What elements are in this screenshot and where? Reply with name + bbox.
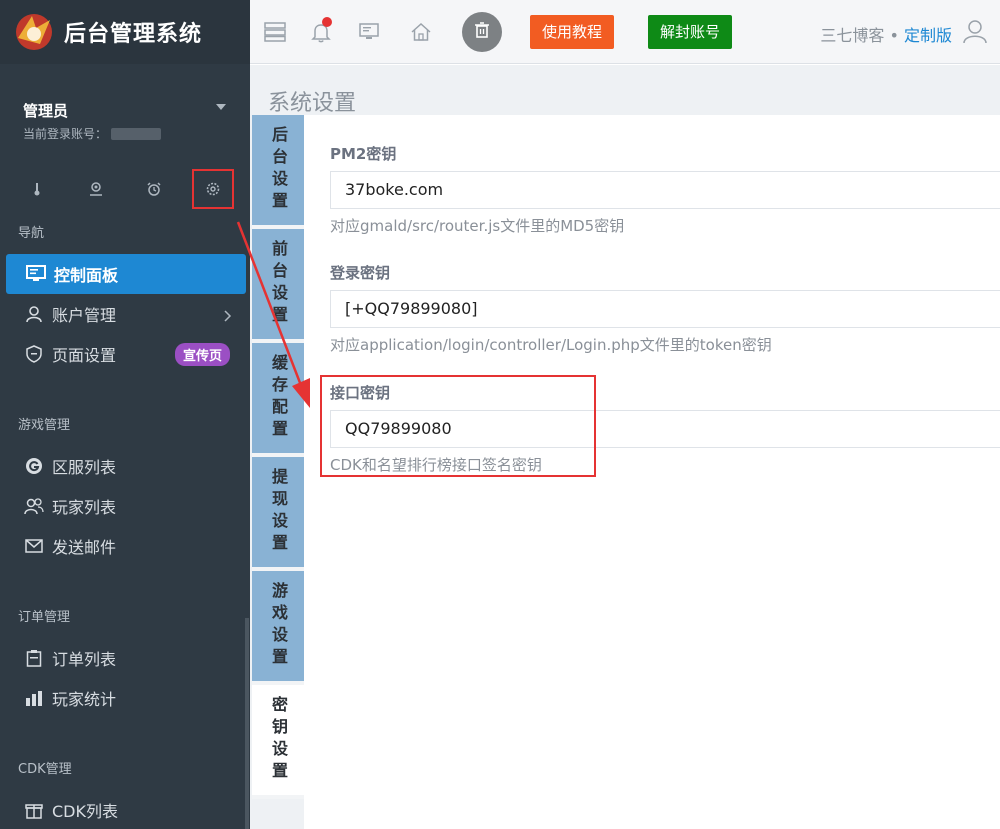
- site-name-separator: •: [884, 26, 904, 45]
- caret-down-icon[interactable]: [216, 104, 226, 110]
- cdk-section-label: CDK管理: [18, 762, 72, 777]
- pm2-key-label: PM2密钥: [330, 145, 397, 163]
- sidebar-item-label: 账户管理: [52, 306, 117, 325]
- sidebar-item-label: 控制面板: [54, 266, 119, 285]
- tab-label: 密钥设置: [269, 696, 288, 784]
- settings-gear-icon[interactable]: [191, 169, 234, 209]
- tab-withdraw-settings[interactable]: 提现设置: [252, 457, 304, 571]
- site-name-text: 三七博客: [820, 26, 885, 45]
- pm2-key-input[interactable]: 37boke.com: [330, 171, 1000, 209]
- sidebar-item-accounts[interactable]: 账户管理: [4, 294, 246, 334]
- sidebar-item-label: CDK列表: [52, 802, 118, 821]
- sidebar-item-label: 玩家列表: [52, 498, 117, 517]
- clear-cache-button[interactable]: [462, 12, 502, 52]
- main-content: 系统设置 后台设置 前台设置 缓存配置 提现设置 游戏设置 密钥设置 PM2密钥…: [250, 65, 1000, 829]
- clipboard-icon: [24, 648, 44, 668]
- login-key-help: 对应application/login/controller/Login.php…: [330, 336, 772, 354]
- sidebar: 后台管理系统 管理员 当前登录账号： 导航 控制面板 账户管理 页面设置 宣传页…: [0, 0, 250, 829]
- user-avatar-icon[interactable]: [962, 18, 988, 48]
- quick-icons: [0, 164, 250, 214]
- chevron-right-icon: [224, 307, 232, 326]
- sidebar-item-servers[interactable]: 区服列表: [4, 446, 246, 486]
- settings-panel: PM2密钥 37boke.com 对应gmald/src/router.js文件…: [304, 115, 1000, 829]
- notification-dot: [322, 17, 332, 27]
- brand-header: 后台管理系统: [0, 0, 250, 64]
- account-label: 当前登录账号：: [23, 127, 108, 141]
- users-icon: [24, 496, 44, 516]
- sidebar-item-dashboard[interactable]: 控制面板: [6, 254, 246, 294]
- user-pin-icon[interactable]: [75, 169, 117, 209]
- sidebar-scrollbar[interactable]: [245, 618, 249, 829]
- logo: [10, 8, 58, 56]
- alarm-clock-icon[interactable]: [133, 169, 175, 209]
- sidebar-item-label: 玩家统计: [52, 690, 117, 709]
- sidebar-item-label: 发送邮件: [52, 538, 117, 557]
- user-account: 当前登录账号：: [23, 125, 250, 142]
- nav-section-label: 导航: [18, 226, 45, 241]
- login-key-label: 登录密钥: [330, 264, 391, 282]
- promo-badge: 宣传页: [174, 343, 230, 366]
- tab-game-settings[interactable]: 游戏设置: [252, 571, 304, 685]
- tutorial-button[interactable]: 使用教程: [530, 15, 615, 49]
- login-key-group: 登录密钥 [+QQ79899080] 对应application/login/c…: [330, 262, 1000, 355]
- sidebar-item-label: 页面设置: [52, 346, 117, 365]
- list-toggle-icon[interactable]: [258, 15, 292, 49]
- sidebar-item-send-mail[interactable]: 发送邮件: [4, 526, 246, 566]
- shield-icon: [24, 344, 44, 364]
- tab-label: 缓存配置: [269, 354, 288, 442]
- monitor-icon: [26, 264, 46, 284]
- page-title: 系统设置: [268, 91, 357, 116]
- tab-backend-settings[interactable]: 后台设置: [252, 115, 304, 229]
- tab-frontend-settings[interactable]: 前台设置: [252, 229, 304, 343]
- api-key-highlight-box: [320, 375, 596, 477]
- order-section-label: 订单管理: [18, 610, 71, 625]
- sidebar-item-players[interactable]: 玩家列表: [4, 486, 246, 526]
- thermometer-icon[interactable]: [16, 169, 58, 209]
- pm2-key-help: 对应gmald/src/router.js文件里的MD5密钥: [330, 217, 625, 235]
- sidebar-item-label: 订单列表: [52, 650, 117, 669]
- mail-icon: [24, 536, 44, 556]
- sidebar-item-page-settings[interactable]: 页面设置 宣传页: [4, 334, 246, 374]
- login-key-input[interactable]: [+QQ79899080]: [330, 290, 1000, 328]
- tab-label: 提现设置: [269, 468, 288, 556]
- top-header: 使用教程 解封账号 三七博客 • 定制版: [250, 0, 1000, 64]
- tab-label: 前台设置: [269, 240, 288, 328]
- tab-label: 后台设置: [269, 126, 288, 214]
- sidebar-item-cdk-list[interactable]: CDK列表: [4, 790, 246, 829]
- user-block[interactable]: 管理员 当前登录账号：: [0, 64, 250, 154]
- g-circle-icon: [24, 456, 44, 476]
- sidebar-item-orders[interactable]: 订单列表: [4, 638, 246, 678]
- site-name[interactable]: 三七博客 • 定制版: [820, 22, 952, 46]
- account-mask: [111, 127, 162, 140]
- home-icon[interactable]: [404, 15, 438, 49]
- sidebar-item-stats[interactable]: 玩家统计: [4, 678, 246, 718]
- pm2-key-group: PM2密钥 37boke.com 对应gmald/src/router.js文件…: [330, 143, 1000, 236]
- edition-label: 定制版: [903, 26, 952, 45]
- tab-key-settings[interactable]: 密钥设置: [252, 685, 304, 799]
- bell-icon[interactable]: [304, 15, 338, 49]
- game-section-label: 游戏管理: [18, 418, 71, 433]
- monitor-icon[interactable]: [352, 15, 386, 49]
- gift-icon: [24, 800, 44, 820]
- unban-account-button[interactable]: 解封账号: [648, 15, 733, 49]
- brand-title: 后台管理系统: [64, 22, 203, 47]
- user-icon: [24, 304, 44, 324]
- trash-icon: [475, 22, 489, 42]
- tab-label: 游戏设置: [269, 582, 288, 670]
- tab-cache-config[interactable]: 缓存配置: [252, 343, 304, 457]
- sidebar-item-label: 区服列表: [52, 458, 117, 477]
- settings-tabs: 后台设置 前台设置 缓存配置 提现设置 游戏设置 密钥设置: [252, 115, 304, 829]
- bar-chart-icon: [24, 688, 44, 708]
